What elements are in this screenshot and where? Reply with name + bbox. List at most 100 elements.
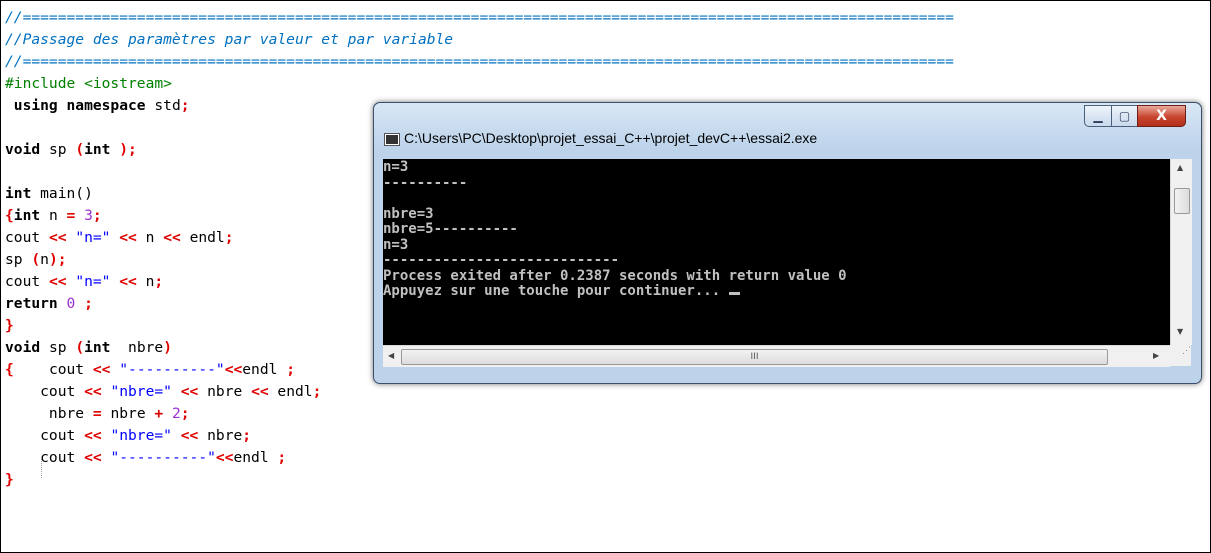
scroll-left-icon[interactable]: ◀ <box>388 351 394 360</box>
code-token: "n=" <box>75 273 111 290</box>
code-token: { <box>5 361 14 378</box>
code-token: << <box>119 229 137 246</box>
code-token: ; <box>286 361 295 378</box>
code-token: sp <box>40 141 76 158</box>
console-cursor <box>728 292 740 295</box>
scroll-right-icon[interactable]: ▶ <box>1153 351 1159 360</box>
code-token: std <box>145 97 181 114</box>
code-token: endl <box>233 449 278 466</box>
console-titlebar[interactable]: C:\Users\PC\Desktop\projet_essai_C++\pro… <box>374 103 1201 149</box>
console-output[interactable]: n=3 ---------- nbre=3 nbre=5---------- n=3 --… <box>383 159 1170 345</box>
code-token: "----------" <box>110 449 216 466</box>
code-token: ( <box>31 251 41 268</box>
console-output-line: ---------- <box>383 176 1170 192</box>
code-token: 2 <box>171 405 181 422</box>
code-token: ); <box>110 141 137 158</box>
code-token: << <box>84 449 102 466</box>
code-token: nbre <box>198 427 243 444</box>
code-token: main() <box>31 185 93 202</box>
code-token: cout <box>5 273 49 290</box>
code-line: #include <iostream> <box>5 73 1210 95</box>
code-token: "nbre=" <box>110 427 172 444</box>
vertical-scrollbar[interactable]: ▲ ▼ <box>1170 159 1192 345</box>
code-token: } <box>5 317 14 334</box>
console-output-line: nbre=5---------- <box>383 222 1170 238</box>
code-line: cout << "----------"<<endl ; <box>5 447 1210 469</box>
code-token: void <box>5 339 41 356</box>
code-line: //======================================… <box>5 51 1210 73</box>
code-token: return <box>5 295 58 312</box>
code-token: n <box>40 251 49 268</box>
console-output-text: ---------- <box>383 175 468 191</box>
maximize-button[interactable]: ▢ <box>1111 105 1138 127</box>
code-token: ; <box>277 449 287 466</box>
code-token: ; <box>180 405 190 422</box>
code-line: cout << "nbre=" << nbre; <box>5 425 1210 447</box>
code-token: } <box>5 471 14 488</box>
code-token: << <box>180 383 199 400</box>
console-output-text: nbre=3 <box>383 206 434 222</box>
console-output-text: n=3 <box>383 160 409 175</box>
console-app-icon <box>384 133 400 146</box>
code-token: + <box>154 405 164 422</box>
code-token: ; <box>180 97 190 114</box>
code-token: n <box>136 273 155 290</box>
code-token: ; <box>224 229 234 246</box>
code-token: << <box>180 427 199 444</box>
code-token: "n=" <box>75 229 111 246</box>
code-token: nbre <box>110 339 164 356</box>
code-token: sp <box>40 339 76 356</box>
code-token: ( <box>75 141 85 158</box>
console-title: C:\Users\PC\Desktop\projet_essai_C++\pro… <box>404 130 818 146</box>
code-token: ; <box>312 383 322 400</box>
code-token: int <box>5 185 32 202</box>
horizontal-scrollbar[interactable]: ◀ III ▶ <box>383 345 1170 367</box>
code-token: nbre <box>198 383 252 400</box>
code-token: << <box>48 229 67 246</box>
console-window[interactable]: C:\Users\PC\Desktop\projet_essai_C++\pro… <box>373 102 1202 384</box>
code-token: = <box>92 405 102 422</box>
code-token: cout <box>5 383 85 400</box>
code-token: n <box>40 207 67 224</box>
code-token: = <box>66 207 76 224</box>
code-token: endl <box>242 361 287 378</box>
scroll-down-icon[interactable]: ▼ <box>1177 327 1183 336</box>
code-line: //Passage des paramètres par valeur et p… <box>5 29 1210 51</box>
close-button[interactable]: X <box>1137 105 1186 127</box>
code-token: ); <box>48 251 67 268</box>
code-token: sp <box>5 251 32 268</box>
code-token: << <box>215 449 234 466</box>
vertical-scroll-thumb[interactable] <box>1174 188 1190 214</box>
code-line: nbre = nbre + 2; <box>5 403 1210 425</box>
horizontal-scroll-thumb[interactable]: III <box>401 349 1108 365</box>
minimize-button[interactable]: ▁ <box>1084 105 1112 127</box>
screenshot-frame: //======================================… <box>0 0 1211 553</box>
code-token: << <box>224 361 243 378</box>
indent-guide <box>41 458 42 478</box>
code-token: ( <box>75 339 85 356</box>
code-line: cout << "nbre=" << nbre << endl; <box>5 381 1210 403</box>
console-output-line: Process exited after 0.2387 seconds with… <box>383 269 1170 285</box>
console-client-area: n=3 ---------- nbre=3 nbre=5---------- n=3 --… <box>383 159 1192 345</box>
code-token: void <box>5 141 41 158</box>
code-token: ; <box>154 273 164 290</box>
console-output-text: ---------------------------- <box>383 253 620 268</box>
console-output-line: n=3 <box>383 238 1170 254</box>
code-token: #include <iostream> <box>5 75 172 92</box>
scroll-up-icon[interactable]: ▲ <box>1177 163 1183 172</box>
resize-grip-icon[interactable]: ⋰ <box>1170 345 1191 366</box>
code-line: } <box>5 469 1210 491</box>
code-token: << <box>84 383 102 400</box>
code-token: int <box>84 141 111 158</box>
code-token: int <box>84 339 111 356</box>
code-token: n <box>136 229 164 246</box>
code-token: //======================================… <box>5 9 954 26</box>
